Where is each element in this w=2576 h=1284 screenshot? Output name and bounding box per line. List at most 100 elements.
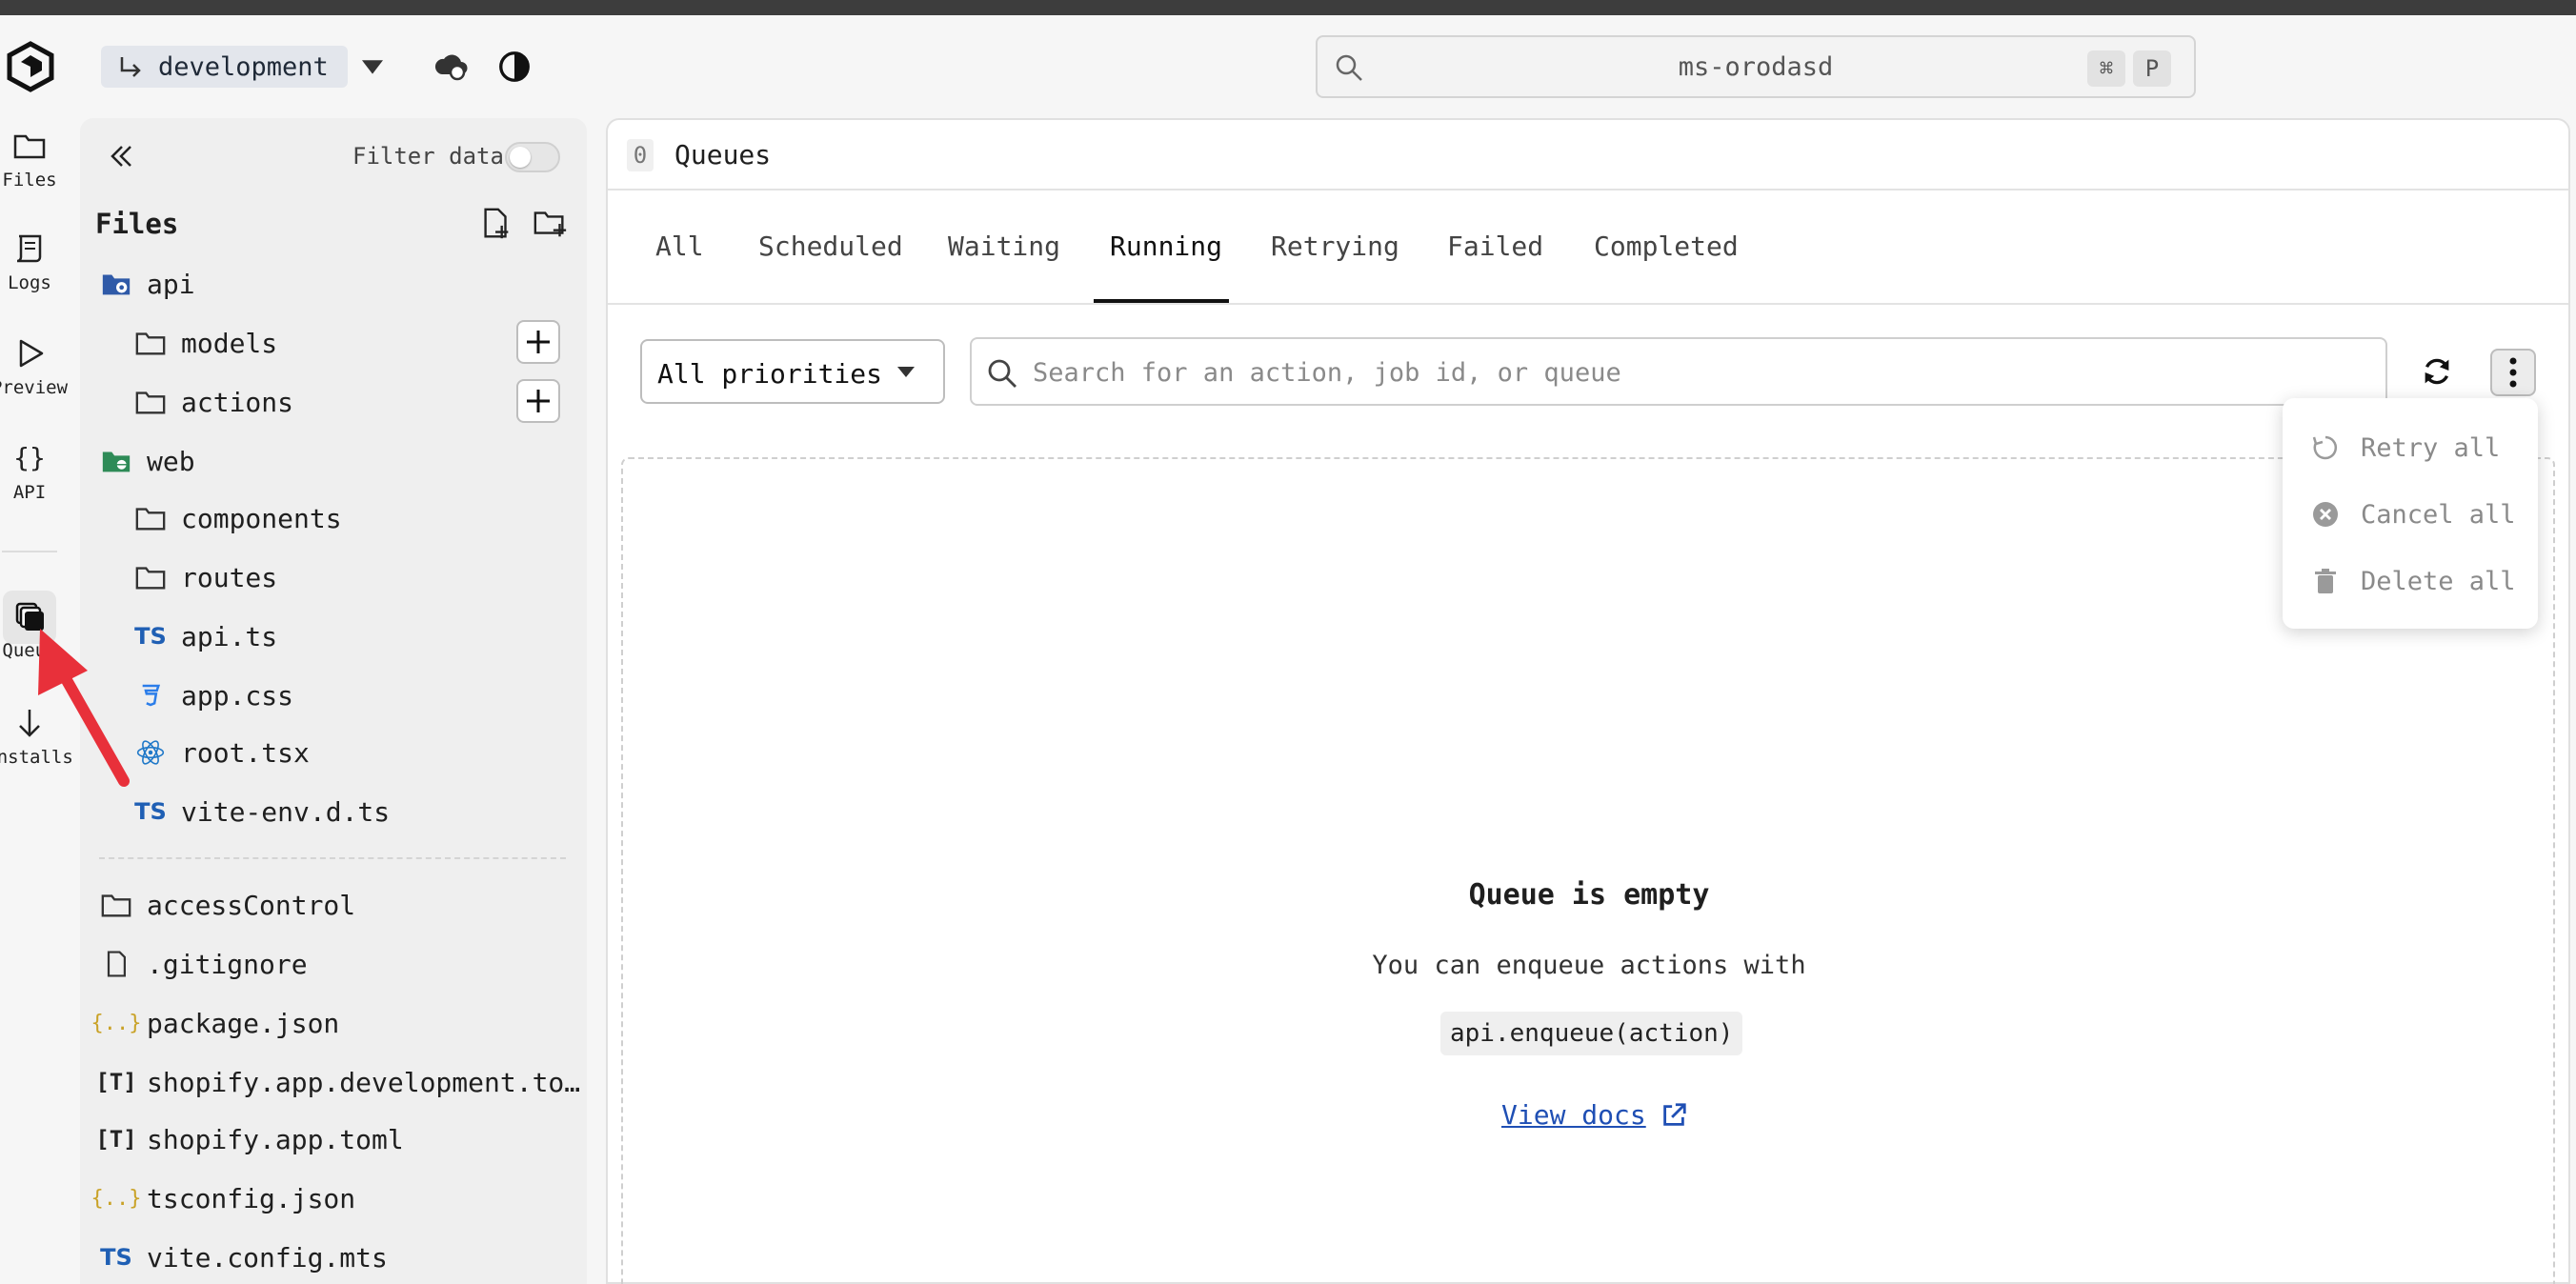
add-model-button[interactable]	[516, 320, 560, 364]
tree-file-vite-env[interactable]: TS vite-env.d.ts	[133, 792, 390, 831]
tab-waiting[interactable]: Waiting	[948, 231, 1060, 262]
tree-item-label: accessControl	[147, 889, 356, 921]
file-icon	[99, 947, 133, 981]
tree-item-label: vite-env.d.ts	[181, 795, 391, 828]
page-title: Queues	[674, 139, 772, 171]
tab-failed[interactable]: Failed	[1447, 231, 1543, 262]
cloud-sync-button[interactable]	[433, 48, 471, 86]
empty-state-subtitle: You can enqueue actions with	[1372, 951, 1806, 980]
tab-all[interactable]: All	[655, 231, 704, 262]
json-icon: {..}	[91, 1186, 142, 1211]
rail-logs[interactable]: Logs	[0, 231, 59, 293]
folder-globe-icon	[99, 444, 133, 478]
tree-folder-web[interactable]: web	[99, 442, 195, 480]
tree-item-label: vite.config.mts	[147, 1241, 388, 1274]
priority-select-value: All priorities	[657, 358, 883, 390]
cloud-sync-icon	[434, 54, 468, 81]
caret-down-icon	[897, 367, 915, 377]
tree-folder-routes[interactable]: routes	[133, 558, 277, 596]
retry-icon	[2312, 435, 2338, 460]
header-divider	[608, 189, 2568, 191]
root-file-vite-config[interactable]: TS vite.config.mts	[99, 1238, 388, 1276]
tree-item-label: package.json	[147, 1007, 340, 1039]
chevrons-left-icon	[111, 146, 131, 167]
svg-text:{}: {}	[13, 442, 46, 473]
branch-selector[interactable]: development	[101, 46, 348, 88]
priority-select[interactable]: All priorities	[640, 339, 945, 404]
contrast-icon	[499, 51, 530, 82]
queue-search-input[interactable]	[1031, 352, 2349, 392]
tree-item-label: app.css	[181, 679, 294, 712]
tree-folder-components[interactable]: components	[133, 499, 342, 537]
search-icon	[988, 359, 1016, 388]
new-folder-button[interactable]	[532, 206, 570, 244]
plus-icon	[527, 390, 550, 412]
new-file-button[interactable]	[478, 206, 516, 244]
tree-item-label: web	[147, 445, 195, 477]
shortcut-key-p: P	[2133, 50, 2171, 87]
tree-folder-actions[interactable]: actions	[133, 383, 293, 421]
tree-item-label: api.ts	[181, 620, 278, 652]
root-file-gitignore[interactable]: .gitignore	[99, 945, 308, 983]
rail-api-label: API	[12, 482, 47, 503]
window-top-strip	[0, 0, 2576, 15]
tab-scheduled[interactable]: Scheduled	[758, 231, 903, 262]
root-file-package-json[interactable]: {..} package.json	[91, 1004, 340, 1042]
filter-data-toggle[interactable]	[505, 142, 560, 172]
tab-completed[interactable]: Completed	[1594, 231, 1739, 262]
braces-icon: {}	[13, 442, 46, 473]
more-vertical-icon	[2509, 357, 2517, 388]
play-icon	[19, 339, 44, 368]
tree-folder-models[interactable]: models	[133, 324, 277, 362]
folder-icon	[99, 888, 133, 922]
filter-data-label: Filter data	[352, 143, 504, 170]
folder-icon	[133, 501, 168, 535]
folder-icon	[133, 560, 168, 594]
branch-dropdown-button[interactable]	[358, 53, 387, 82]
menu-item-delete-all[interactable]: Delete all	[2311, 562, 2516, 600]
app-logo[interactable]	[2, 38, 59, 95]
tree-file-app-css[interactable]: app.css	[133, 676, 293, 714]
root-file-shopify-toml[interactable]: [T] shopify.app.toml	[95, 1120, 403, 1158]
external-link-icon	[1662, 1102, 1686, 1126]
menu-item-cancel-all[interactable]: Cancel all	[2311, 495, 2516, 533]
more-actions-button[interactable]	[2490, 349, 2536, 396]
tree-divider	[99, 857, 566, 859]
typescript-icon: TS	[134, 798, 167, 825]
root-file-shopify-dev-toml[interactable]: [T] shopify.app.development.to…	[95, 1063, 580, 1101]
cancel-circle-icon	[2313, 502, 2338, 527]
menu-item-label: Delete all	[2361, 566, 2516, 596]
tab-retrying[interactable]: Retrying	[1271, 231, 1399, 262]
tree-folder-api[interactable]: api	[99, 265, 195, 303]
trash-icon	[2315, 569, 2336, 593]
tree-item-label: models	[181, 327, 278, 359]
scroll-icon	[16, 234, 42, 263]
view-docs-link[interactable]: View docs	[1501, 1099, 1688, 1131]
file-plus-icon	[484, 208, 509, 239]
tree-file-root-tsx[interactable]: root.tsx	[133, 733, 310, 772]
rail-files[interactable]: Files	[0, 128, 59, 191]
global-search[interactable]: ms-orodasd ⌘ P	[1316, 35, 2196, 98]
root-file-tsconfig[interactable]: {..} tsconfig.json	[91, 1179, 356, 1217]
tree-item-label: .gitignore	[147, 948, 308, 980]
refresh-button[interactable]	[2418, 352, 2458, 392]
tree-file-api-ts[interactable]: TS api.ts	[133, 617, 277, 655]
rail-logs-label: Logs	[8, 272, 51, 293]
rail-api[interactable]: {} API	[0, 440, 59, 503]
rail-preview[interactable]: Preview	[0, 335, 68, 398]
tree-item-label: routes	[181, 561, 278, 593]
tree-item-label: tsconfig.json	[147, 1182, 356, 1214]
menu-item-retry-all[interactable]: Retry all	[2311, 429, 2500, 467]
menu-item-label: Cancel all	[2361, 499, 2516, 530]
tab-running[interactable]: Running	[1110, 231, 1222, 262]
add-action-button[interactable]	[516, 379, 560, 423]
rail-divider	[2, 551, 57, 552]
queue-list-area	[621, 457, 2555, 1284]
collapse-panel-button[interactable]	[105, 139, 139, 173]
theme-toggle-button[interactable]	[495, 48, 533, 86]
view-docs-label: View docs	[1501, 1099, 1646, 1131]
root-folder-accesscontrol[interactable]: accessControl	[99, 886, 355, 924]
menu-item-label: Retry all	[2361, 432, 2501, 463]
queue-search[interactable]	[970, 337, 2387, 406]
toml-icon: [T]	[95, 1069, 137, 1095]
